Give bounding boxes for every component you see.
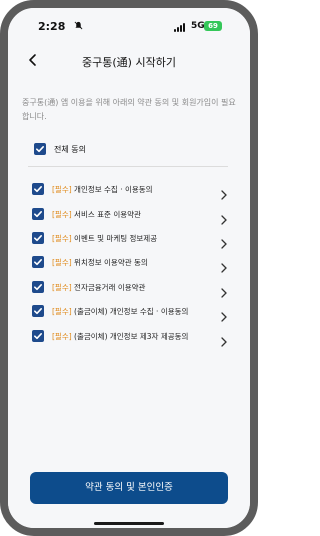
chevron-right-icon[interactable] (220, 185, 228, 200)
term-item-marketing[interactable]: [필수] 이벤트 및 마케팅 정보제공 (22, 230, 236, 249)
term-label: [필수] 서비스 표준 이용약관 (52, 209, 141, 220)
term-text: 서비스 표준 이용약관 (74, 210, 141, 219)
required-tag: [필수] (52, 210, 72, 219)
status-time: 2:28 (38, 20, 66, 33)
agree-and-verify-button[interactable]: 약관 동의 및 본인인증 (30, 472, 228, 504)
term-text: 개인정보 수집 · 이용동의 (74, 185, 153, 194)
agree-all-checkbox[interactable] (34, 143, 46, 155)
chevron-right-icon[interactable] (220, 234, 228, 249)
network-label: 5G (191, 21, 205, 31)
required-tag: [필수] (52, 283, 72, 292)
term-checkbox[interactable] (32, 208, 44, 220)
term-item-withdrawal-third-party[interactable]: [필수] (출금이체) 개인정보 제3자 제공동의 (22, 328, 236, 347)
term-checkbox[interactable] (32, 281, 44, 293)
battery-icon: 69 (204, 21, 222, 31)
term-text: 위치정보 이용약관 동의 (74, 258, 148, 267)
term-item-e-finance[interactable]: [필수] 전자금융거래 이용약관 (22, 279, 236, 298)
page-title: 중구통(通) 시작하기 (82, 56, 176, 69)
chevron-right-icon[interactable] (220, 332, 228, 347)
required-tag: [필수] (52, 332, 72, 341)
term-label: [필수] 이벤트 및 마케팅 정보제공 (52, 233, 157, 244)
term-text: (출금이체) 개인정보 수집 · 이용동의 (74, 307, 189, 316)
term-item-location[interactable]: [필수] 위치정보 이용약관 동의 (22, 254, 236, 273)
required-tag: [필수] (52, 258, 72, 267)
term-label: [필수] 위치정보 이용약관 동의 (52, 257, 148, 268)
chevron-right-icon[interactable] (220, 307, 228, 322)
term-item-withdrawal-collect[interactable]: [필수] (출금이체) 개인정보 수집 · 이용동의 (22, 303, 236, 322)
term-checkbox[interactable] (32, 183, 44, 195)
term-checkbox[interactable] (32, 256, 44, 268)
required-tag: [필수] (52, 307, 72, 316)
screen: 2:28 5G 69 중구통(通) 시작하기 중구통(通) 앱 이용을 위해 아… (8, 8, 250, 528)
mute-icon (74, 21, 83, 33)
agree-all-label: 전체 동의 (54, 145, 86, 154)
required-tag: [필수] (52, 185, 72, 194)
chevron-right-icon[interactable] (220, 283, 228, 298)
term-label: [필수] 전자금융거래 이용약관 (52, 282, 145, 293)
phone-frame: 2:28 5G 69 중구통(通) 시작하기 중구통(通) 앱 이용을 위해 아… (0, 0, 258, 536)
status-bar: 2:28 5G 69 (8, 14, 250, 40)
term-checkbox[interactable] (32, 232, 44, 244)
divider (28, 166, 228, 167)
chevron-right-icon[interactable] (220, 210, 228, 225)
signal-icon (174, 22, 188, 32)
term-text: (출금이체) 개인정보 제3자 제공동의 (74, 332, 189, 341)
chevron-right-icon[interactable] (220, 258, 228, 273)
agree-all-row[interactable]: 전체 동의 (22, 142, 236, 158)
term-checkbox[interactable] (32, 305, 44, 317)
term-text: 전자금융거래 이용약관 (74, 283, 146, 292)
required-tag: [필수] (52, 234, 72, 243)
header: 중구통(通) 시작하기 (8, 46, 250, 76)
term-checkbox[interactable] (32, 330, 44, 342)
term-item-service-terms[interactable]: [필수] 서비스 표준 이용약관 (22, 206, 236, 225)
home-indicator (94, 522, 164, 525)
term-text: 이벤트 및 마케팅 정보제공 (74, 234, 158, 243)
term-label: [필수] (출금이체) 개인정보 제3자 제공동의 (52, 331, 188, 342)
term-item-personal-info[interactable]: [필수] 개인정보 수집 · 이용동의 (22, 181, 236, 200)
term-label: [필수] (출금이체) 개인정보 수집 · 이용동의 (52, 306, 188, 317)
term-label: [필수] 개인정보 수집 · 이용동의 (52, 184, 153, 195)
intro-text: 중구통(通) 앱 이용을 위해 아래의 약관 동의 및 회원가입이 필요합니다. (22, 98, 236, 121)
